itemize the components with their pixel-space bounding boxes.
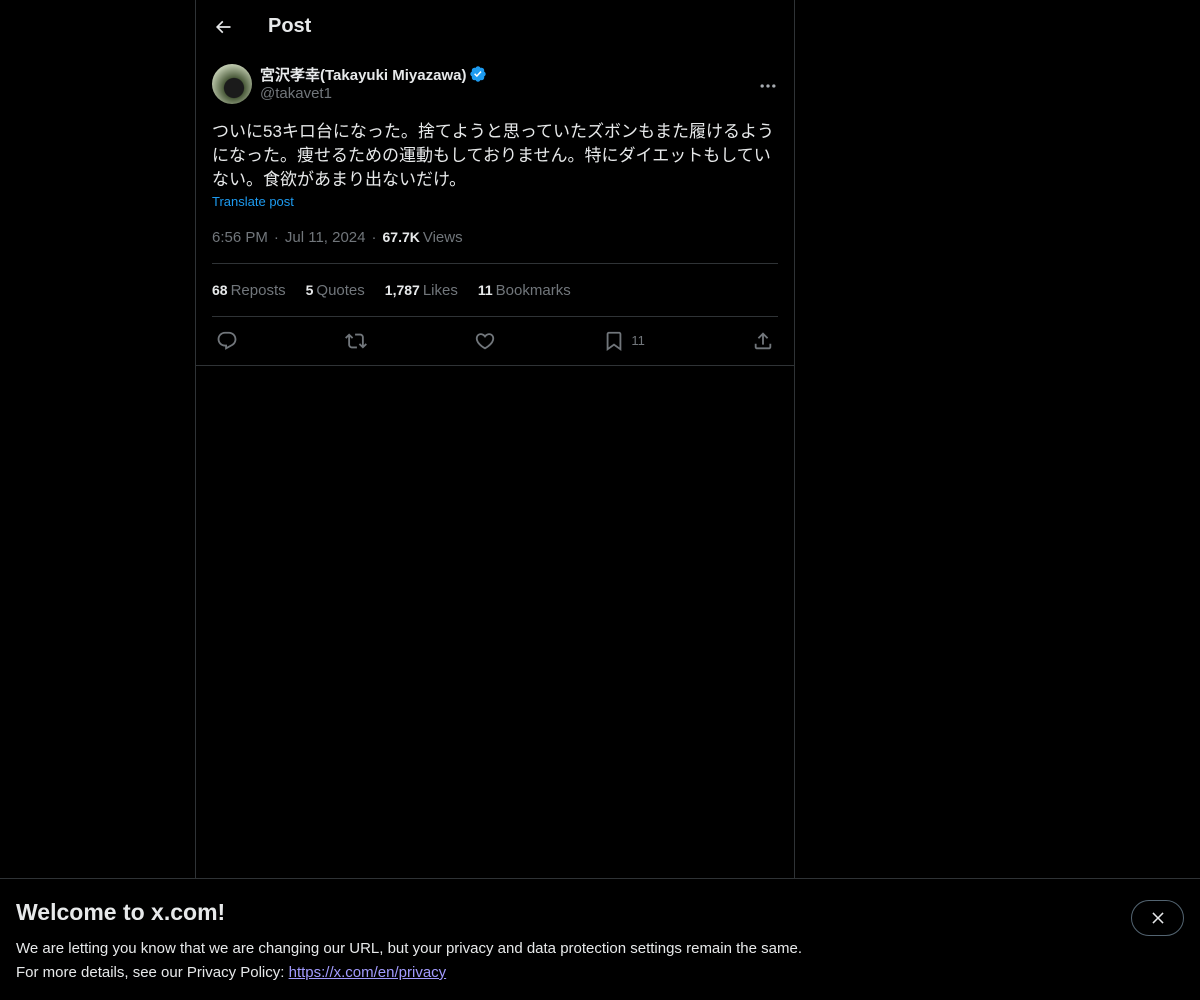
stat-label: Likes <box>422 281 458 299</box>
repost-button[interactable] <box>345 330 368 352</box>
more-options-button[interactable] <box>758 76 778 96</box>
stat-bookmarks[interactable]: 11 Bookmarks <box>478 282 571 299</box>
banner-details: For more details, see our Privacy Policy… <box>16 964 1184 981</box>
arrow-left-icon <box>215 20 231 33</box>
translate-post-link[interactable]: Translate post <box>212 194 294 209</box>
stat-label: Quotes <box>316 281 365 299</box>
post-date[interactable]: Jul 11, 2024 <box>285 229 366 246</box>
banner-details-prefix: For more details, see our Privacy Policy… <box>16 964 285 981</box>
avatar[interactable] <box>212 64 252 104</box>
engagement-stats: 68 Reposts 5 Quotes 1,787 Likes 11 Bookmarks <box>212 264 778 316</box>
separator-dot: · <box>371 228 377 246</box>
like-button[interactable] <box>474 330 496 352</box>
verified-badge-icon <box>470 66 487 82</box>
reply-icon <box>217 331 237 350</box>
privacy-policy-link[interactable]: https://x.com/en/privacy <box>289 964 447 981</box>
close-icon <box>1151 912 1164 924</box>
stat-label: Bookmarks <box>495 281 571 299</box>
action-bar: 11 <box>212 317 778 364</box>
stat-number: 1,787 <box>384 281 420 298</box>
repost-icon <box>345 333 368 348</box>
more-dots-icon <box>760 84 776 88</box>
views-label: Views <box>422 228 463 246</box>
author-row: 宮沢孝幸(Takayuki Miyazawa) @takavet1 <box>212 64 778 106</box>
page-header: Post <box>196 0 794 53</box>
banner-title: Welcome to x.com! <box>16 899 226 925</box>
main-column: Post 宮沢孝幸(Takayuki Miyazawa) @takavet1 つ <box>195 0 795 878</box>
author-info: 宮沢孝幸(Takayuki Miyazawa) @takavet1 <box>260 64 487 102</box>
page-title: Post <box>268 15 312 37</box>
share-icon <box>754 331 772 349</box>
url-change-banner: Welcome to x.com! We are letting you kno… <box>0 878 1200 1000</box>
bookmark-count: 11 <box>631 333 645 348</box>
separator-dot: · <box>273 228 279 246</box>
post-meta: 6:56 PM · Jul 11, 2024 · 67.7K Views <box>212 227 778 247</box>
share-button[interactable] <box>752 330 774 352</box>
stat-number: 11 <box>477 281 493 298</box>
column-bottom-border <box>196 365 794 366</box>
author-handle[interactable]: @takavet1 <box>260 85 487 102</box>
bookmark-button[interactable]: 11 <box>603 330 645 352</box>
stat-reposts[interactable]: 68 Reposts <box>212 282 286 299</box>
heart-icon <box>476 332 495 349</box>
banner-message: We are letting you know that we are chan… <box>16 940 802 957</box>
author-display-name[interactable]: 宮沢孝幸(Takayuki Miyazawa) <box>260 64 466 85</box>
stat-likes[interactable]: 1,787 Likes <box>385 282 458 299</box>
stat-quotes[interactable]: 5 Quotes <box>306 282 365 299</box>
views-count: 67.7K <box>382 229 420 245</box>
post-time[interactable]: 6:56 PM <box>212 229 268 246</box>
name-line: 宮沢孝幸(Takayuki Miyazawa) <box>260 64 487 84</box>
bookmark-icon <box>607 331 622 351</box>
back-button[interactable] <box>212 16 234 38</box>
post-text: ついに53キロ台になった。捨てようと思っていたズボンもまた履けるようになった。痩… <box>212 122 775 189</box>
close-banner-button[interactable] <box>1131 900 1184 936</box>
reply-button[interactable] <box>216 330 238 352</box>
stat-number: 68 <box>212 281 228 298</box>
stat-label: Reposts <box>230 281 286 299</box>
stat-number: 5 <box>305 281 314 298</box>
post-detail: 宮沢孝幸(Takayuki Miyazawa) @takavet1 ついに53キ… <box>196 64 794 364</box>
